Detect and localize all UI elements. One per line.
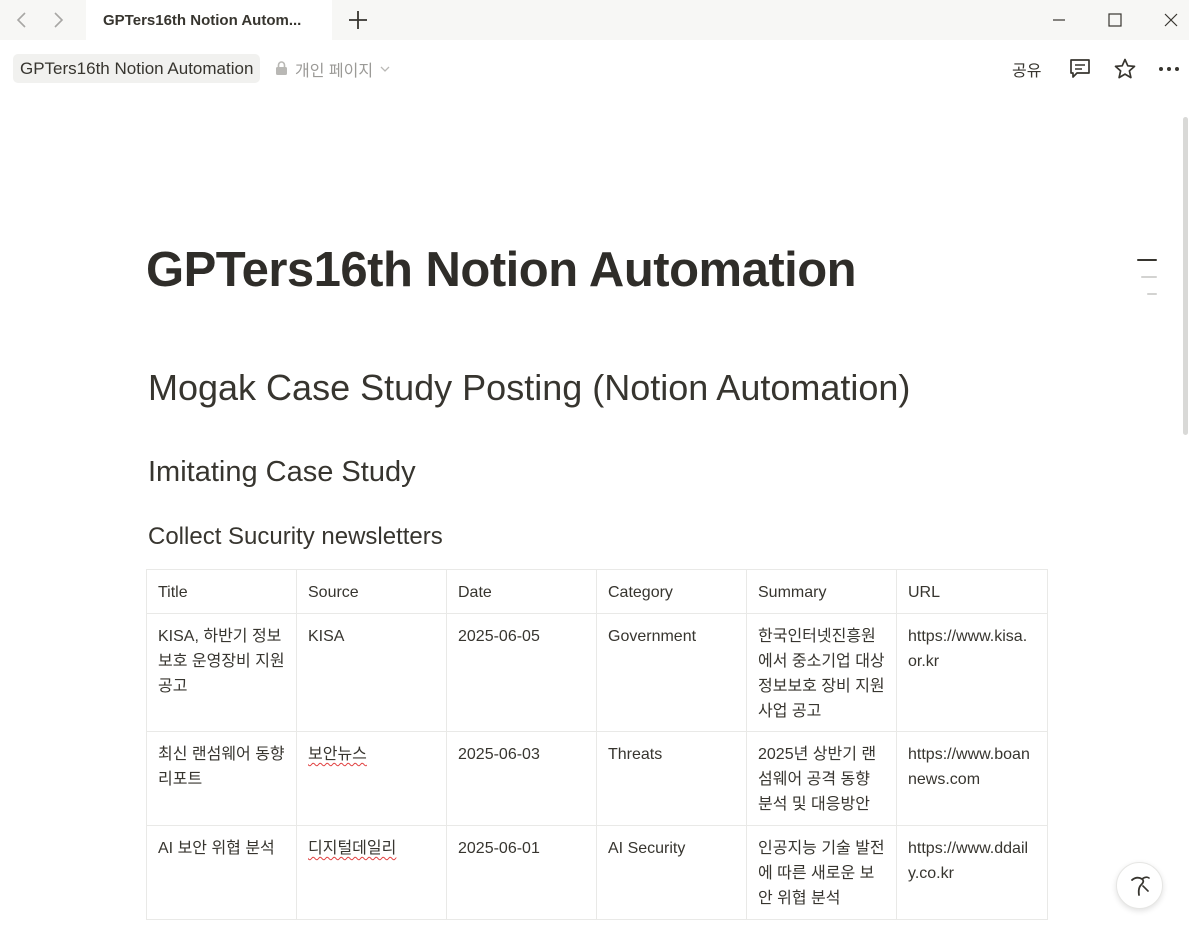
plus-icon [349,11,367,29]
cell-date[interactable]: 2025-06-05 [446,613,597,732]
cell-summary[interactable]: 인공지능 기술 발전에 따른 새로운 보안 위협 분석 [746,825,897,920]
heading-2[interactable]: Imitating Case Study [148,456,416,489]
comments-button[interactable] [1064,53,1096,85]
table-row: AI 보안 위협 분석 디지털데일리 2025-06-01 AI Securit… [146,825,1048,920]
cell-source[interactable]: 보안뉴스 [296,731,447,826]
maximize-icon [1108,13,1122,27]
lock-icon [276,61,287,75]
star-icon [1114,58,1136,79]
cell-url[interactable]: https://www.boannews.com [896,731,1048,826]
table-row: KISA, 하반기 정보보호 운영장비 지원 공고 KISA 2025-06-0… [146,613,1048,732]
close-button[interactable] [1148,0,1189,40]
share-button[interactable]: 공유 [1006,54,1047,84]
cell-title[interactable]: KISA, 하반기 정보보호 운영장비 지원 공고 [146,613,297,732]
outline-heading-1[interactable] [1137,259,1157,261]
page-topbar: GPTers16th Notion Automation 개인 페이지 공유 [0,40,1189,98]
comment-icon [1070,59,1090,78]
active-tab[interactable]: GPTers16th Notion Autom... [86,0,332,40]
heading-1[interactable]: Mogak Case Study Posting (Notion Automat… [148,367,910,409]
minimize-icon [1053,19,1065,21]
cell-date[interactable]: 2025-06-03 [446,731,597,826]
close-icon [1164,13,1178,27]
cell-category[interactable]: AI Security [596,825,747,920]
favorite-button[interactable] [1109,53,1141,85]
privacy-label: 개인 페이지 [295,62,374,80]
chevron-down-icon [380,66,390,72]
chevron-left-icon [16,12,26,28]
cell-date[interactable]: 2025-06-01 [446,825,597,920]
privacy-selector[interactable]: 개인 페이지 [275,54,390,83]
cell-source-text: 디지털데일리 [308,840,397,857]
column-header-date[interactable]: Date [446,569,597,614]
cell-category[interactable]: Threats [596,731,747,826]
minimize-button[interactable] [1036,0,1082,40]
breadcrumb-label: GPTers16th Notion Automation [20,58,254,78]
page-outline[interactable] [1134,256,1160,300]
new-tab-button[interactable] [340,0,376,40]
cell-source[interactable]: KISA [296,613,447,732]
back-button[interactable] [4,0,40,40]
cell-title[interactable]: AI 보안 위협 분석 [146,825,297,920]
share-label: 공유 [1012,63,1042,80]
cell-title[interactable]: 최신 랜섬웨어 동향 리포트 [146,731,297,826]
outline-heading-3[interactable] [1147,293,1157,295]
forward-button[interactable] [40,0,76,40]
scrollbar-thumb[interactable] [1183,117,1188,435]
column-header-source[interactable]: Source [296,569,447,614]
chevron-right-icon [54,12,64,28]
maximize-button[interactable] [1092,0,1138,40]
column-header-summary[interactable]: Summary [746,569,897,614]
heading-3[interactable]: Collect Sucurity newsletters [148,523,443,551]
more-options-button[interactable] [1153,53,1185,85]
breadcrumb[interactable]: GPTers16th Notion Automation [13,54,261,83]
cell-source[interactable]: 디지털데일리 [296,825,447,920]
tab-title: GPTers16th Notion Autom... [103,11,302,29]
table-row: 최신 랜섬웨어 동향 리포트 보안뉴스 2025-06-03 Threats 2… [146,731,1048,826]
cell-url[interactable]: https://www.ddaily.co.kr [896,825,1048,920]
outline-heading-2[interactable] [1141,276,1157,278]
help-button[interactable] [1116,862,1163,909]
title-bar: GPTers16th Notion Autom... [0,0,1189,40]
more-icon [1159,67,1179,71]
newsletter-table: Title Source Date Category Summary URL K… [146,569,1048,920]
cell-category[interactable]: Government [596,613,747,732]
column-header-category[interactable]: Category [596,569,747,614]
cell-source-text: 보안뉴스 [308,746,367,763]
cell-summary[interactable]: 한국인터넷진흥원에서 중소기업 대상 정보보호 장비 지원 사업 공고 [746,613,897,732]
cell-summary[interactable]: 2025년 상반기 랜섬웨어 공격 동향 분석 및 대응방안 [746,731,897,826]
column-header-url[interactable]: URL [896,569,1048,614]
help-icon [1130,875,1150,896]
column-header-title[interactable]: Title [146,569,297,614]
page-title[interactable]: GPTers16th Notion Automation [146,242,857,298]
table-header-row: Title Source Date Category Summary URL [146,569,1048,614]
cell-url[interactable]: https://www.kisa.or.kr [896,613,1048,732]
